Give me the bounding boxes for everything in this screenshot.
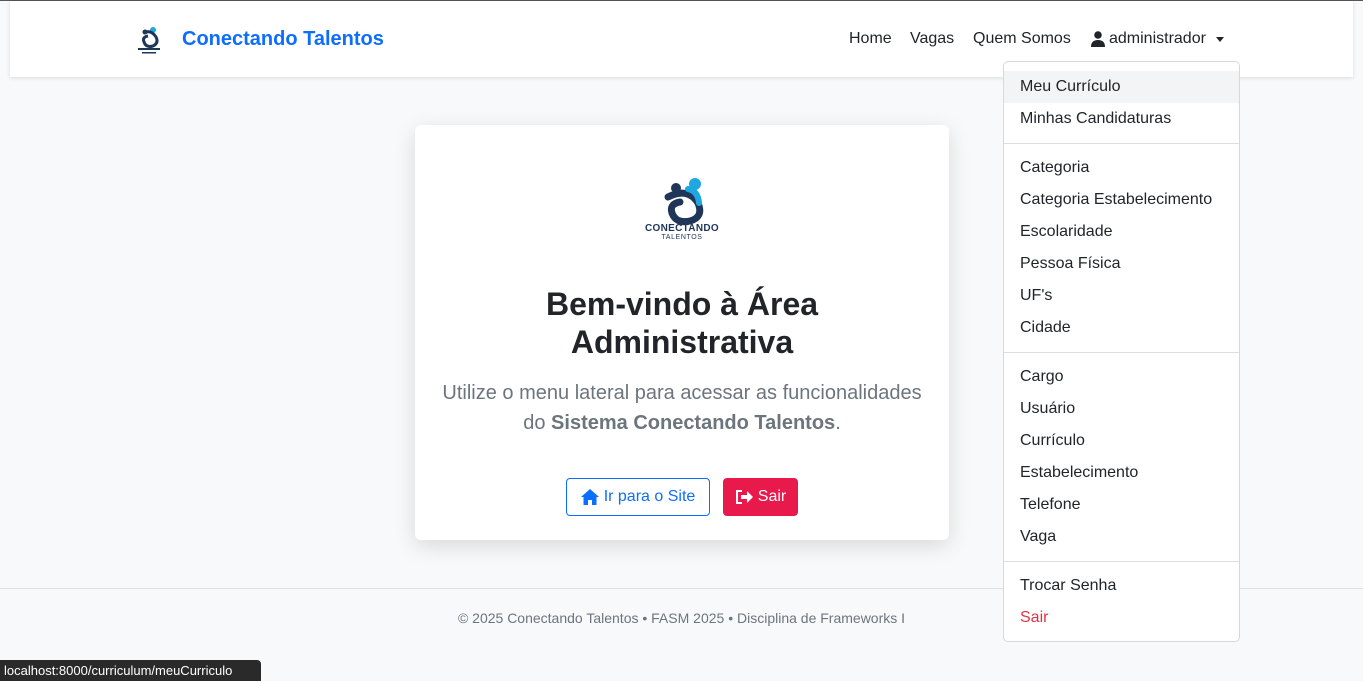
- subtitle-period: .: [835, 412, 841, 434]
- menu-item-ufs[interactable]: UF's: [1004, 280, 1239, 312]
- nav-vagas-link[interactable]: Vagas: [910, 30, 954, 48]
- logo-text-secondary: TALENTOS: [661, 234, 703, 241]
- brand-logo-icon[interactable]: [132, 25, 166, 55]
- menu-item-categoria[interactable]: Categoria: [1004, 152, 1239, 184]
- user-menu-label: administrador: [1109, 30, 1206, 47]
- user-menu-toggle[interactable]: administrador: [1091, 30, 1224, 48]
- menu-item-categoria-estabelecimento[interactable]: Categoria Estabelecimento: [1004, 184, 1239, 216]
- welcome-card: CONECTANDO TALENTOS Bem-vindo à Área Adm…: [415, 125, 949, 540]
- caret-down-icon: [1215, 36, 1224, 42]
- menu-item-telefone[interactable]: Telefone: [1004, 489, 1239, 521]
- user-dropdown-menu: Meu Currículo Minhas Candidaturas Catego…: [1003, 61, 1240, 642]
- go-to-site-button[interactable]: Ir para o Site: [566, 478, 710, 516]
- menu-item-estabelecimento[interactable]: Estabelecimento: [1004, 457, 1239, 489]
- menu-item-cargo[interactable]: Cargo: [1004, 361, 1239, 393]
- menu-item-vaga[interactable]: Vaga: [1004, 521, 1239, 553]
- menu-divider: [1004, 561, 1239, 562]
- nav-quem-somos-link[interactable]: Quem Somos: [973, 30, 1071, 48]
- subtitle-system-name: Sistema Conectando Talentos: [551, 412, 836, 434]
- browser-status-bar: localhost:8000/curriculum/meuCurriculo: [0, 660, 261, 681]
- brand-name[interactable]: Conectando Talentos: [182, 28, 384, 51]
- go-to-site-label: Ir para o Site: [603, 488, 696, 505]
- menu-divider: [1004, 143, 1239, 144]
- menu-divider: [1004, 352, 1239, 353]
- menu-item-curriculo[interactable]: Currículo: [1004, 425, 1239, 457]
- logout-button[interactable]: Sair: [723, 478, 798, 516]
- sign-out-icon: [735, 490, 753, 504]
- menu-item-pessoa-fisica[interactable]: Pessoa Física: [1004, 248, 1239, 280]
- logo-text-primary: CONECTANDO: [645, 223, 719, 234]
- menu-item-trocar-senha[interactable]: Trocar Senha: [1004, 570, 1239, 602]
- menu-item-cidade[interactable]: Cidade: [1004, 312, 1239, 344]
- menu-item-usuario[interactable]: Usuário: [1004, 393, 1239, 425]
- menu-item-meu-curriculo[interactable]: Meu Currículo: [1004, 71, 1239, 103]
- home-icon: [580, 489, 599, 505]
- menu-item-escolaridade[interactable]: Escolaridade: [1004, 216, 1239, 248]
- menu-item-sair[interactable]: Sair: [1004, 602, 1239, 634]
- welcome-title: Bem-vindo à Área Administrativa: [545, 286, 819, 360]
- logout-label: Sair: [757, 488, 787, 505]
- menu-item-minhas-candidaturas[interactable]: Minhas Candidaturas: [1004, 103, 1239, 135]
- nav-home-link[interactable]: Home: [849, 30, 892, 48]
- welcome-subtitle: Utilize o menu lateral para acessar as f…: [435, 378, 929, 438]
- user-icon: [1091, 31, 1105, 47]
